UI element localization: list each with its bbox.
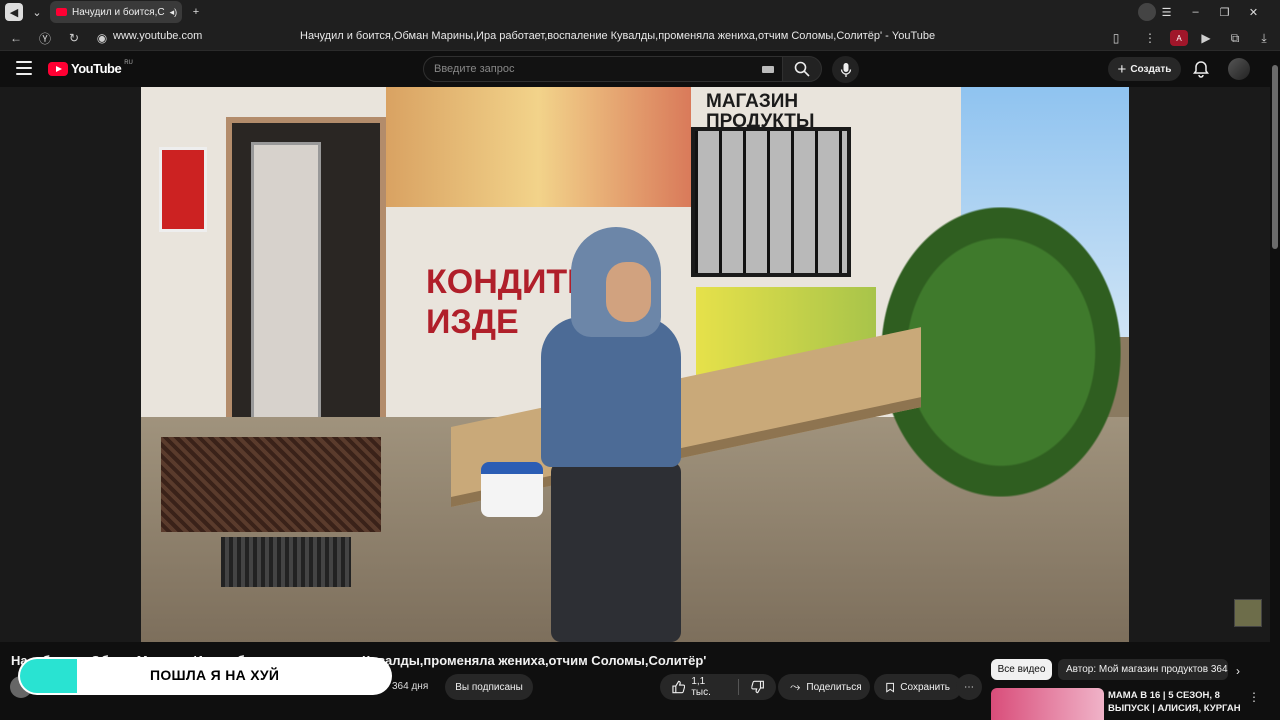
new-tab-icon[interactable]: + <box>187 3 205 21</box>
more-vertical-icon[interactable]: ⋮ <box>1142 30 1158 46</box>
page-title: Начудил и боится,Обман Марины,Ира работа… <box>300 30 936 42</box>
overlay-progress-bar <box>20 659 77 693</box>
share-label: Поделиться <box>806 681 862 693</box>
address-bar: ← Ⓨ ↻ ◉ www.youtube.com Начудил и боится… <box>0 24 1280 51</box>
scrollbar-thumb[interactable] <box>1272 65 1278 249</box>
search-input[interactable] <box>434 63 744 75</box>
chips-next-chevron-icon[interactable]: › <box>1236 664 1240 678</box>
scene-seated-person <box>531 227 681 642</box>
create-label: Создать <box>1130 63 1172 75</box>
person-legs <box>551 462 681 642</box>
voice-search-button[interactable] <box>832 56 859 83</box>
share-button[interactable]: ⤳ Поделиться <box>778 674 870 700</box>
scene-hours-sign <box>159 147 207 232</box>
overlay-text: ПОШЛА Я НА ХУЙ <box>150 667 280 683</box>
scene-window-grate <box>691 127 851 277</box>
scene-doorstep <box>161 437 381 532</box>
close-window-icon[interactable]: ✕ <box>1239 6 1268 19</box>
like-dislike-group: 1,1 тыс. <box>660 674 776 700</box>
browser-tab-strip: ◀ ⌄ Начудил и боится,С ◂) ✕ + ☰ – ❐ ✕ <box>0 0 1280 24</box>
overlay-banner: ПОШЛА Я НА ХУЙ <box>18 657 392 695</box>
minimize-icon[interactable]: – <box>1181 6 1210 18</box>
logo-text: YouTube <box>71 61 122 76</box>
back-arrow-icon[interactable]: ← <box>8 30 24 46</box>
youtube-favicon-icon <box>56 8 67 16</box>
yandex-icon[interactable]: Ⓨ <box>37 30 53 46</box>
youtube-header: YouTube RU + Создать <box>0 51 1280 87</box>
speaker-icon[interactable]: ◀ <box>5 3 23 21</box>
download-icon[interactable]: ⤓ <box>1256 30 1272 46</box>
audio-icon[interactable]: ◂) <box>170 7 178 18</box>
bookmark-icon[interactable]: ▯ <box>1108 30 1124 46</box>
recommended-more-icon[interactable]: ⋮ <box>1248 690 1260 704</box>
search-button[interactable] <box>782 56 822 82</box>
restore-icon[interactable]: ❐ <box>1210 6 1239 19</box>
thumbs-up-icon[interactable] <box>672 680 686 694</box>
create-button[interactable]: + Создать <box>1108 57 1181 81</box>
bookmark-save-icon <box>886 682 895 693</box>
lock-icon: ◉ <box>96 31 108 45</box>
save-label: Сохранить <box>900 681 950 693</box>
microphone-icon <box>840 62 851 77</box>
recommended-video-title[interactable]: МАМА В 16 | 5 СЕЗОН, 8 ВЫПУСК | АЛИСИЯ, … <box>1108 689 1248 715</box>
scene-food-mural <box>386 87 691 207</box>
more-actions-button[interactable]: ⋯ <box>956 674 982 700</box>
youtube-play-icon <box>48 61 68 76</box>
video-frame[interactable]: КОНДИТЕР ИЗДЕ МАГАЗИН ПРОДУКТЫ <box>141 87 1129 642</box>
chip-author[interactable]: Автор: Мой магазин продуктов 364 <box>1058 659 1228 680</box>
person-torso <box>541 317 681 467</box>
search-icon <box>794 61 810 77</box>
like-count[interactable]: 1,1 тыс. <box>691 676 725 698</box>
url-field[interactable]: www.youtube.com <box>113 30 202 42</box>
tab-title: Начудил и боится,С <box>72 6 165 18</box>
page-scrollbar[interactable] <box>1270 51 1280 720</box>
video-player[interactable]: КОНДИТЕР ИЗДЕ МАГАЗИН ПРОДУКТЫ <box>0 87 1270 642</box>
hamburger-menu-icon[interactable] <box>16 61 32 75</box>
scene-rubber-mat <box>221 537 351 587</box>
collections-icon[interactable]: ⧉ <box>1227 30 1243 46</box>
scene-door-glass <box>251 142 321 432</box>
chip-all-videos[interactable]: Все видео <box>991 659 1052 680</box>
subscribed-button[interactable]: Вы подписаны <box>445 674 533 700</box>
youtube-logo[interactable]: YouTube RU <box>48 59 133 76</box>
window-controls: ☰ – ❐ ✕ <box>1152 0 1268 24</box>
plus-icon: + <box>1117 60 1127 78</box>
tab-list-chevron-icon[interactable]: ⌄ <box>28 3 46 21</box>
player-icon[interactable]: ▶ <box>1198 30 1214 46</box>
recommended-video-thumbnail[interactable] <box>991 688 1104 720</box>
scene-shop-sign: МАГАЗИН ПРОДУКТЫ <box>706 91 815 132</box>
keyboard-icon[interactable] <box>762 66 774 73</box>
translate-icon[interactable]: A <box>1170 30 1188 46</box>
browser-tab[interactable]: Начудил и боится,С ◂) ✕ <box>50 1 182 23</box>
miniplayer-thumbnail[interactable] <box>1234 599 1262 627</box>
upload-age: 364 дня <box>392 681 429 692</box>
search-box <box>423 56 785 82</box>
notifications-bell-icon[interactable] <box>1192 60 1210 78</box>
reload-icon[interactable]: ↻ <box>66 30 82 46</box>
thumbs-down-icon[interactable] <box>750 680 764 694</box>
share-icon: ⤳ <box>790 679 801 694</box>
logo-region: RU <box>124 59 133 66</box>
menu-icon[interactable]: ☰ <box>1152 6 1181 19</box>
save-button[interactable]: Сохранить <box>874 674 962 700</box>
avatar[interactable] <box>1228 58 1250 80</box>
person-face <box>606 262 651 322</box>
like-divider <box>737 679 739 695</box>
